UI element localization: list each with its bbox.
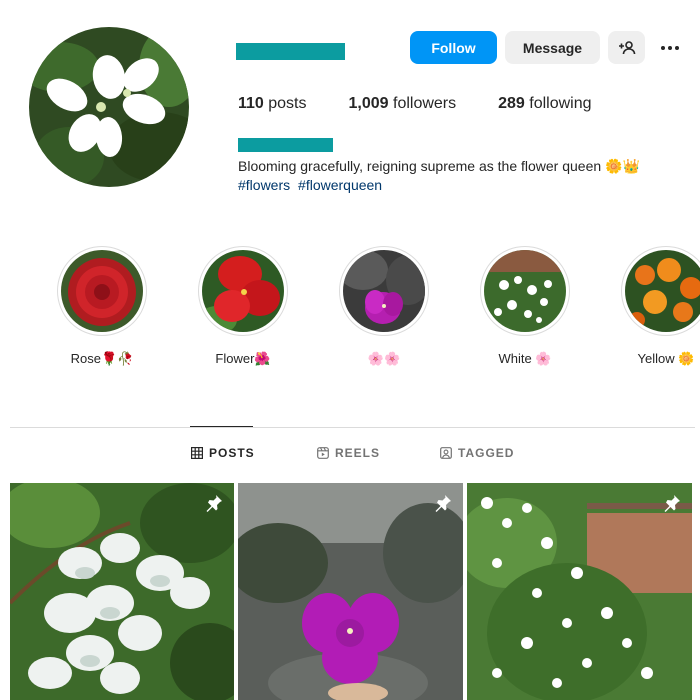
active-tab-indicator bbox=[190, 426, 253, 427]
posts-stat: 110 posts bbox=[238, 95, 307, 112]
tab-reels[interactable]: REELS bbox=[317, 446, 380, 460]
highlight-label: Yellow 🌼 bbox=[637, 351, 695, 366]
tabs-divider bbox=[10, 427, 695, 428]
more-options-icon[interactable] bbox=[655, 38, 685, 58]
post-tile[interactable] bbox=[10, 483, 234, 700]
highlight-blossoms[interactable]: 🌸🌸 bbox=[339, 246, 429, 367]
reels-icon bbox=[317, 447, 329, 459]
followers-stat[interactable]: 1,009 followers bbox=[349, 95, 457, 113]
profile-bio: Blooming gracefully, reigning supreme as… bbox=[238, 158, 640, 174]
pinned-icon bbox=[435, 495, 451, 512]
follow-button[interactable]: Follow bbox=[410, 31, 497, 64]
highlight-label: 🌸🌸 bbox=[367, 351, 401, 366]
pinned-icon bbox=[206, 495, 222, 512]
following-stat[interactable]: 289 following bbox=[498, 95, 591, 113]
tab-posts[interactable]: POSTS bbox=[191, 446, 255, 460]
grid-icon bbox=[191, 447, 203, 459]
hashtag-link[interactable]: #flowerqueen bbox=[298, 177, 382, 193]
pinned-icon bbox=[664, 495, 680, 512]
tab-label: POSTS bbox=[209, 446, 255, 460]
tab-label: REELS bbox=[335, 446, 381, 460]
profile-avatar[interactable] bbox=[29, 27, 189, 187]
bio-hashtags: #flowers #flowerqueen bbox=[238, 176, 386, 195]
highlight-rose[interactable]: Rose🌹🥀 bbox=[57, 246, 147, 367]
tagged-icon bbox=[440, 447, 452, 459]
post-tile[interactable] bbox=[238, 483, 463, 700]
tab-tagged[interactable]: TAGGED bbox=[440, 446, 514, 460]
suggest-user-button[interactable] bbox=[608, 31, 645, 64]
post-tile[interactable] bbox=[467, 483, 692, 700]
hashtag-link[interactable]: #flowers bbox=[238, 177, 290, 193]
highlight-label: Rose🌹🥀 bbox=[70, 351, 134, 366]
username-redacted bbox=[236, 43, 345, 60]
tab-label: TAGGED bbox=[458, 446, 515, 460]
fullname-redacted bbox=[238, 138, 333, 152]
profile-stats: 110 posts 1,009 followers 289 following bbox=[238, 95, 634, 113]
highlight-flower[interactable]: Flower🌺 bbox=[198, 246, 288, 367]
message-button[interactable]: Message bbox=[505, 31, 600, 64]
highlight-label: Flower🌺 bbox=[215, 351, 271, 366]
add-user-icon bbox=[618, 40, 635, 54]
highlight-yellow[interactable]: Yellow 🌼 bbox=[621, 246, 700, 367]
highlight-white[interactable]: White 🌸 bbox=[480, 246, 570, 367]
highlight-label: White 🌸 bbox=[498, 351, 552, 366]
